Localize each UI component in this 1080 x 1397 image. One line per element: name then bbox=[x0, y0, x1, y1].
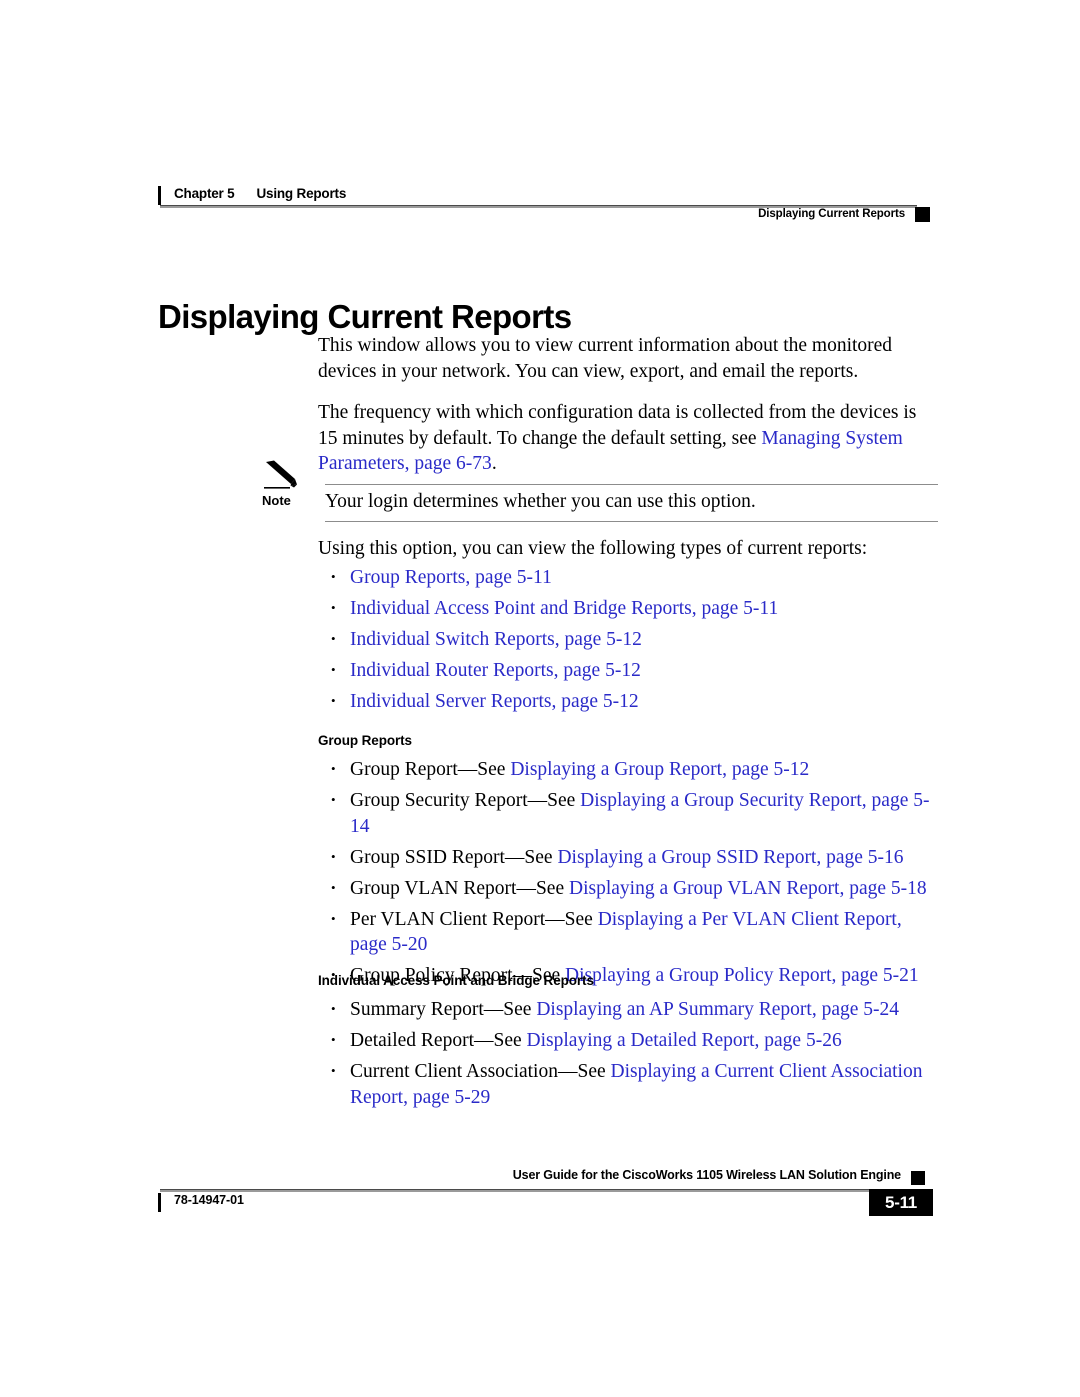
header-square-marker bbox=[915, 207, 930, 222]
list-item-prefix: Detailed Report—See bbox=[350, 1030, 527, 1051]
link-displaying-group-vlan-report[interactable]: Displaying a Group VLAN Report, page 5-1… bbox=[569, 878, 927, 899]
link-individual-router-reports[interactable]: Individual Router Reports, page 5-12 bbox=[350, 660, 641, 681]
link-displaying-detailed-report[interactable]: Displaying a Detailed Report, page 5-26 bbox=[527, 1030, 842, 1051]
section-list: Group Report—See Displaying a Group Repo… bbox=[318, 756, 938, 989]
note-label: Note bbox=[262, 493, 291, 508]
header-chapter: Chapter 5 Using Reports bbox=[174, 186, 346, 201]
list-item-prefix: Group VLAN Report—See bbox=[350, 877, 569, 899]
list-item-prefix: Per VLAN Client Report—See bbox=[350, 908, 598, 930]
section-individual-ap-bridge-reports: Individual Access Point and Bridge Repor… bbox=[318, 973, 938, 1116]
list-item: Group Reports, page 5-11 bbox=[330, 564, 940, 591]
note-text: Your login determines whether you can us… bbox=[325, 491, 756, 512]
list-item: Group VLAN Report—See Displaying a Group… bbox=[330, 875, 938, 902]
page-number-badge: 5-11 bbox=[869, 1189, 933, 1216]
note-body: Your login determines whether you can us… bbox=[325, 484, 938, 522]
list-item: Group SSID Report—See Displaying a Group… bbox=[330, 844, 938, 871]
link-individual-server-reports[interactable]: Individual Server Reports, page 5-12 bbox=[350, 691, 639, 712]
section-list: Summary Report—See Displaying an AP Summ… bbox=[318, 996, 938, 1110]
page-title: Displaying Current Reports bbox=[158, 298, 572, 336]
header-tick-mark bbox=[158, 186, 161, 205]
list-item: Individual Server Reports, page 5-12 bbox=[330, 688, 940, 715]
footer-document-number: 78-14947-01 bbox=[174, 1193, 244, 1207]
intro-line: Using this option, you can view the foll… bbox=[318, 538, 868, 559]
header-section-title: Displaying Current Reports bbox=[758, 208, 905, 220]
link-displaying-ap-summary-report[interactable]: Displaying an AP Summary Report, page 5-… bbox=[536, 999, 899, 1020]
header-row: Chapter 5 Using Reports bbox=[158, 186, 933, 222]
section-heading: Group Reports bbox=[318, 733, 412, 748]
list-item-prefix: Current Client Association—See bbox=[350, 1061, 611, 1082]
list-item-prefix: Summary Report—See bbox=[350, 999, 537, 1020]
list-item: Individual Switch Reports, page 5-12 bbox=[330, 626, 940, 653]
document-page: Chapter 5 Using Reports Displaying Curren… bbox=[0, 0, 1080, 1397]
header-chapter-number: Chapter 5 bbox=[174, 186, 235, 201]
header-chapter-title: Using Reports bbox=[256, 186, 347, 201]
list-item: Detailed Report—See Displaying a Detaile… bbox=[330, 1027, 938, 1054]
running-header: Chapter 5 Using Reports Displaying Curren… bbox=[158, 186, 933, 222]
pencil-icon bbox=[264, 460, 306, 490]
link-individual-ap-bridge-reports[interactable]: Individual Access Point and Bridge Repor… bbox=[350, 598, 778, 619]
list-item-prefix: Group SSID Report—See bbox=[350, 846, 558, 868]
current-reports-link-list: Group Reports, page 5-11 Individual Acce… bbox=[330, 564, 940, 720]
link-individual-switch-reports[interactable]: Individual Switch Reports, page 5-12 bbox=[350, 629, 642, 650]
note-block: Note Your login determines whether you c… bbox=[262, 460, 938, 522]
footer-rule bbox=[160, 1189, 917, 1192]
section-group-reports: Group Reports Group Report—See Displayin… bbox=[318, 733, 938, 994]
section-heading: Individual Access Point and Bridge Repor… bbox=[318, 973, 594, 988]
footer-tick-mark bbox=[158, 1193, 161, 1212]
list-item: Group Report—See Displaying a Group Repo… bbox=[330, 756, 938, 783]
footer-guide-title: User Guide for the CiscoWorks 1105 Wirel… bbox=[512, 1168, 901, 1182]
link-displaying-group-report[interactable]: Displaying a Group Report, page 5-12 bbox=[510, 759, 809, 780]
list-item: Individual Router Reports, page 5-12 bbox=[330, 657, 940, 684]
list-item-prefix: Group Security Report—See bbox=[350, 790, 581, 811]
footer-square-marker bbox=[911, 1171, 925, 1185]
list-item-prefix: Group Report—See bbox=[350, 759, 511, 780]
link-displaying-group-ssid-report[interactable]: Displaying a Group SSID Report, page 5-1… bbox=[557, 847, 903, 868]
list-item: Current Client Association—See Displayin… bbox=[330, 1058, 938, 1110]
list-item: Per VLAN Client Report—See Displaying a … bbox=[330, 906, 938, 958]
paragraph-overview: This window allows you to view current i… bbox=[318, 335, 893, 382]
list-item: Summary Report—See Displaying an AP Summ… bbox=[330, 996, 938, 1023]
list-item: Individual Access Point and Bridge Repor… bbox=[330, 595, 940, 622]
list-item: Group Security Report—See Displaying a G… bbox=[330, 787, 938, 839]
link-group-reports[interactable]: Group Reports, page 5-11 bbox=[350, 567, 552, 588]
